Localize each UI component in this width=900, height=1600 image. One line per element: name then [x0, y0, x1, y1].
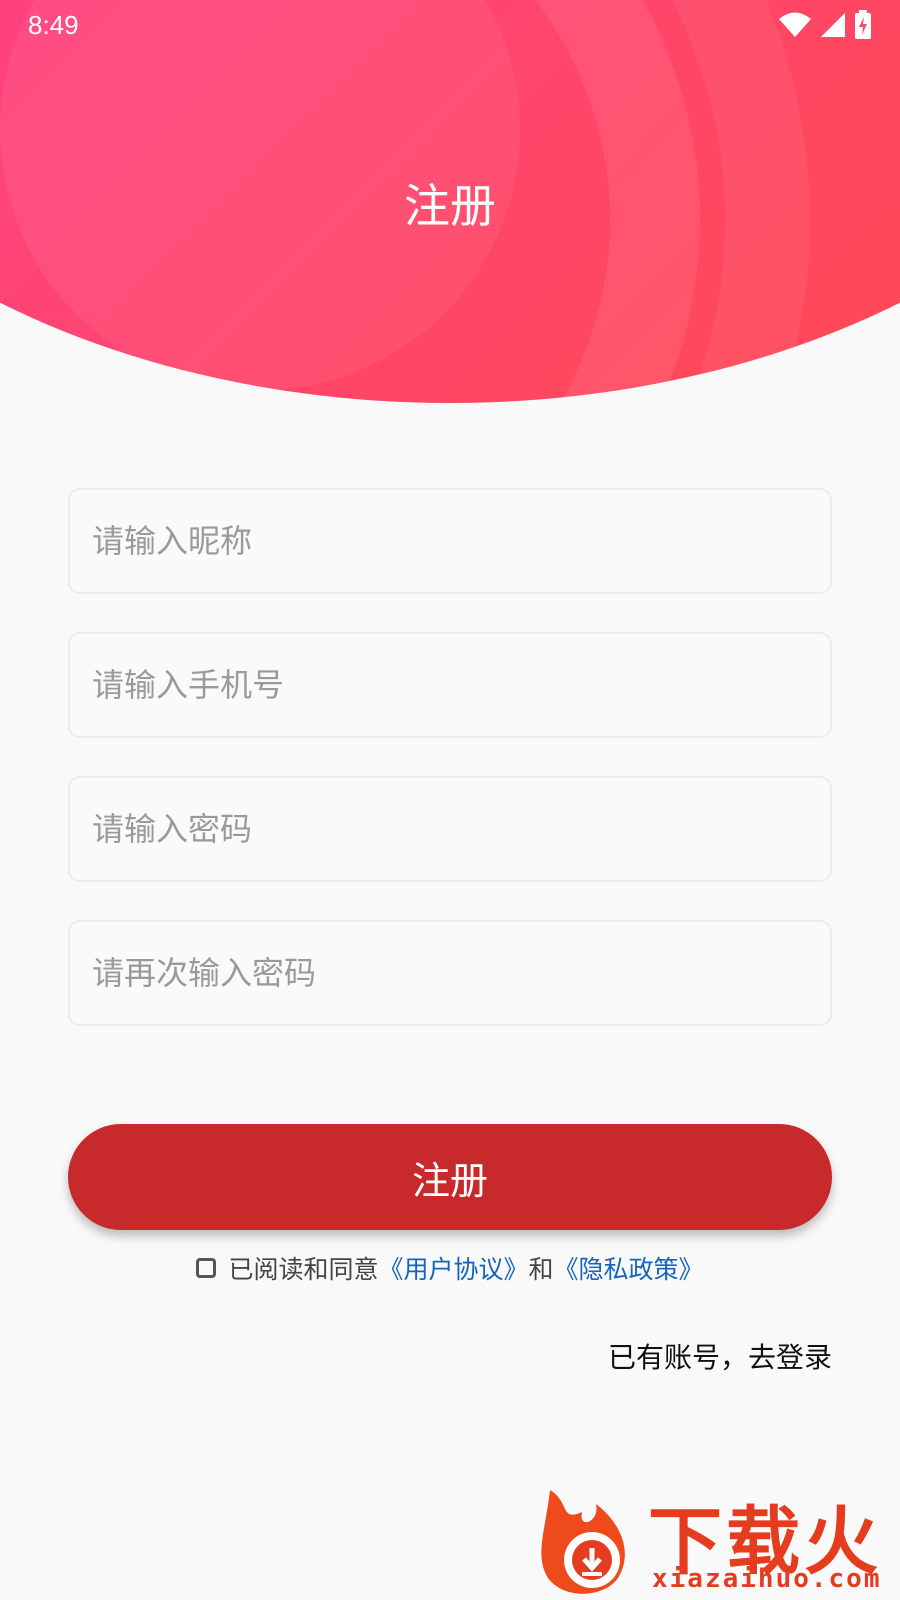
password-input[interactable] — [92, 810, 808, 848]
confirm-password-field[interactable] — [68, 920, 832, 1026]
phone-field[interactable] — [68, 632, 832, 738]
battery-charging-icon — [855, 10, 871, 39]
nickname-input[interactable] — [92, 522, 808, 560]
wifi-icon — [779, 12, 811, 37]
agreement-conjunction: 和 — [528, 1255, 554, 1284]
privacy-policy-link[interactable]: 《隐私政策》 — [554, 1250, 704, 1286]
password-field[interactable] — [68, 776, 832, 882]
user-agreement-link[interactable]: 《用户协议》 — [378, 1250, 528, 1286]
signal-icon — [821, 13, 845, 37]
agreement-checkbox[interactable] — [196, 1258, 217, 1278]
nickname-field[interactable] — [68, 488, 832, 594]
watermark-url: xiazaihuo.com — [652, 1564, 882, 1594]
phone-input[interactable] — [92, 666, 808, 704]
agreement-prefix: 已阅读和同意 — [228, 1255, 379, 1284]
register-button[interactable]: 注册 — [68, 1124, 832, 1230]
go-login-link[interactable]: 已有账号，去登录 — [608, 1336, 832, 1376]
flame-logo-icon — [541, 1490, 625, 1594]
confirm-password-input[interactable] — [92, 954, 808, 992]
status-time: 8:49 — [28, 9, 79, 40]
status-icons — [778, 10, 872, 40]
watermark-logo: 下载火 xiazaihuo.com — [530, 1482, 900, 1600]
agreement-row: 已阅读和同意 《用户协议》 和 《隐私政策》 — [0, 1250, 900, 1286]
status-bar: 8:49 — [0, 0, 900, 50]
page-title: 注册 — [404, 179, 496, 233]
